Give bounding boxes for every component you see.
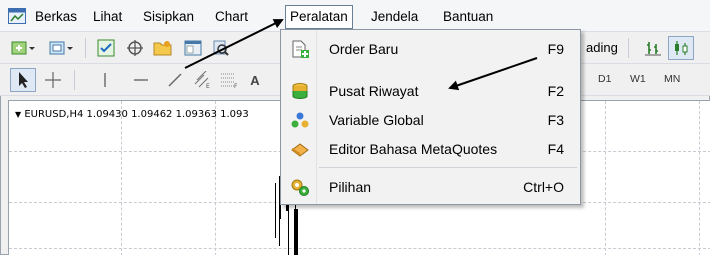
candle-body [286, 205, 289, 211]
crosshair-button[interactable] [40, 68, 66, 92]
metaeditor-icon [291, 143, 309, 157]
candle-wick [275, 183, 276, 238]
terminal-button[interactable] [180, 36, 206, 60]
crosshair-target-icon [127, 40, 143, 56]
chart-collapse-icon: ▼ [15, 110, 22, 119]
bar-chart-button[interactable] [640, 36, 666, 60]
cursor-tool-button[interactable] [10, 68, 36, 92]
strategy-tester-button[interactable] [208, 36, 234, 60]
vertical-line-button[interactable] [92, 68, 118, 92]
menu-item-pusat-riwayat[interactable]: Pusat Riwayat F2 [283, 77, 578, 105]
profiles-button[interactable] [48, 36, 74, 60]
market-watch-button[interactable] [93, 36, 119, 60]
magnifier-icon [213, 40, 229, 56]
menu-item-label: Pilihan [329, 179, 372, 195]
menu-bantuan[interactable]: Bantuan [439, 8, 497, 26]
folder-icon [153, 41, 172, 56]
grid-line [215, 101, 216, 255]
candlestick-chart-button[interactable] [668, 36, 694, 60]
menu-jendela[interactable]: Jendela [367, 8, 422, 26]
peralatan-dropdown-menu: Order Baru F9 Pusat Riwayat F2 Variable … [280, 29, 581, 205]
menu-separator [319, 167, 577, 168]
global-variables-icon [291, 112, 309, 128]
timeframe-d1[interactable]: D1 [598, 73, 611, 85]
toolbar-separator [85, 38, 86, 58]
app-logo-icon [8, 8, 26, 24]
menu-item-pilihan[interactable]: Pilihan Ctrl+O [283, 173, 578, 201]
menu-item-shortcut: Ctrl+O [523, 179, 564, 195]
candle-body [294, 209, 298, 255]
chart-info-text: EURUSD,H4 1.09430 1.09462 1.09363 1.093 [24, 109, 249, 120]
bar-chart-icon [645, 42, 661, 56]
chart-symbol-info: ▼ EURUSD,H4 1.09430 1.09462 1.09363 1.09… [15, 109, 249, 120]
menu-lihat[interactable]: Lihat [89, 8, 126, 26]
menu-item-variable-global[interactable]: Variable Global F3 [283, 106, 578, 134]
history-center-icon [292, 83, 308, 100]
svg-text:E: E [206, 83, 210, 89]
equidistant-channel-icon: E [194, 71, 210, 89]
menu-item-editor-metaquotes[interactable]: Editor Bahasa MetaQuotes F4 [283, 135, 578, 163]
data-window-button[interactable] [122, 36, 148, 60]
menu-peralatan[interactable]: Peralatan [285, 5, 353, 29]
horizontal-line-button[interactable] [128, 68, 154, 92]
menu-berkas[interactable]: Berkas [31, 8, 81, 26]
timeframe-w1[interactable]: W1 [630, 73, 646, 85]
svg-text:F: F [234, 83, 238, 89]
grid-line [699, 101, 700, 255]
profiles-icon [49, 41, 73, 55]
fibonacci-icon: F [221, 73, 238, 89]
menu-item-label: Variable Global [329, 112, 424, 128]
market-watch-icon [97, 39, 115, 57]
menu-chart[interactable]: Chart [211, 8, 252, 26]
menu-bar: Berkas Lihat Sisipkan Chart Peralatan Je… [0, 0, 710, 32]
trendline-icon [168, 73, 182, 87]
toolbar-separator [628, 38, 629, 58]
fibonacci-button[interactable]: F [216, 68, 242, 92]
menu-sisipkan[interactable]: Sisipkan [139, 8, 198, 26]
horizontal-line-icon [134, 79, 148, 81]
navigator-button[interactable] [150, 36, 176, 60]
autotrading-label[interactable]: ading [586, 40, 618, 55]
text-tool-icon: A [250, 72, 260, 88]
equidistant-channel-button[interactable]: E [190, 68, 216, 92]
menu-item-label: Order Baru [329, 41, 399, 57]
menu-item-shortcut: F4 [547, 141, 564, 157]
trendline-button[interactable] [162, 68, 188, 92]
vertical-line-icon [104, 73, 106, 87]
menu-item-shortcut: F9 [547, 41, 564, 57]
cursor-arrow-icon [19, 72, 28, 88]
toolbar-separator [74, 70, 75, 90]
text-tool-button[interactable]: A [242, 68, 268, 92]
crosshair-icon [45, 72, 61, 88]
grid-line [121, 101, 122, 255]
menu-item-order-baru[interactable]: Order Baru F9 [283, 35, 578, 63]
grid-line [605, 101, 606, 255]
timeframe-mn[interactable]: MN [664, 73, 680, 85]
menu-item-shortcut: F3 [547, 112, 564, 128]
new-order-icon [292, 40, 309, 58]
new-chart-icon [11, 41, 35, 55]
terminal-window-icon [184, 40, 202, 56]
options-icon [291, 179, 309, 196]
candlestick-icon [675, 41, 688, 55]
new-chart-button[interactable] [10, 36, 36, 60]
menu-item-label: Pusat Riwayat [329, 83, 419, 99]
menu-item-shortcut: F2 [547, 83, 564, 99]
menu-item-label: Editor Bahasa MetaQuotes [329, 141, 498, 157]
